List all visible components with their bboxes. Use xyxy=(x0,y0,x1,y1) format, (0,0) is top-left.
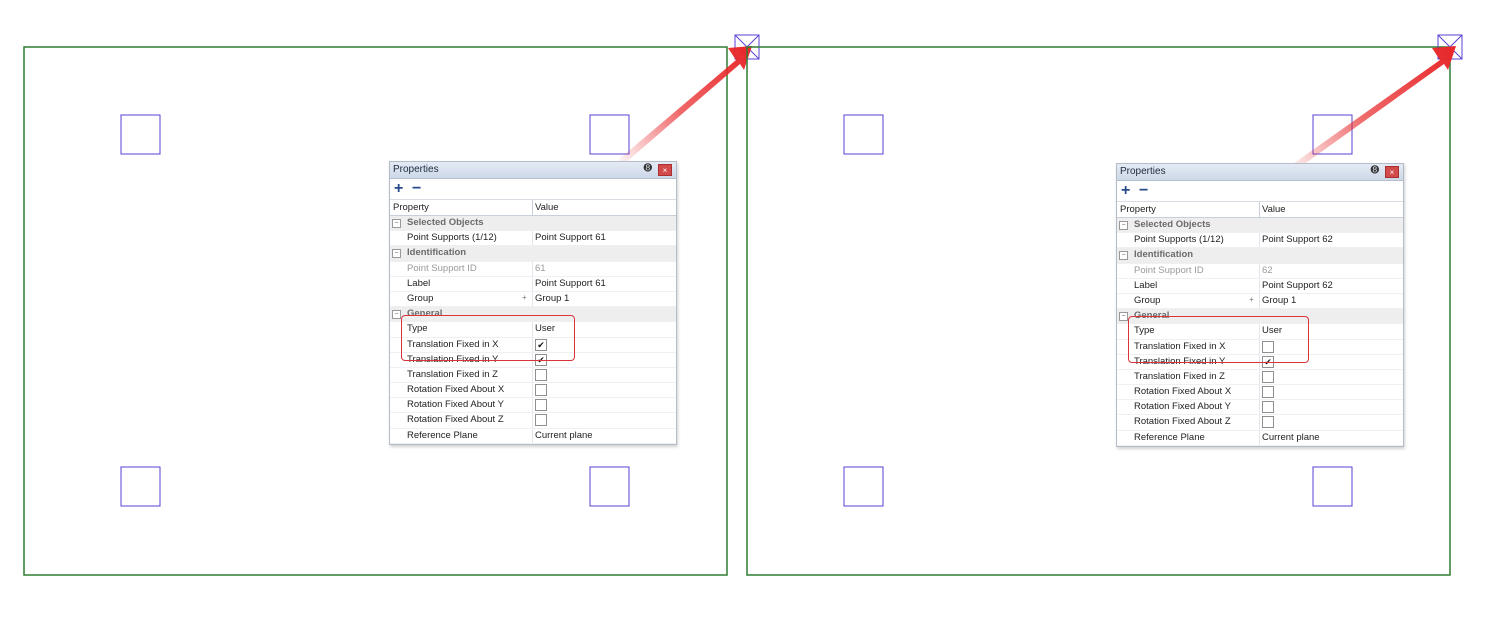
point-support-box[interactable] xyxy=(120,466,161,507)
row-point-supports[interactable]: Point Supports (1/12) Point Support 61 xyxy=(390,231,676,247)
properties-title: Properties xyxy=(393,164,439,175)
checkbox-translation-z[interactable] xyxy=(535,368,547,381)
row-translation-x[interactable]: Translation Fixed in X ✔ xyxy=(390,337,676,353)
row-type[interactable]: Type User xyxy=(390,322,676,338)
checkbox-translation-x[interactable]: ✔ xyxy=(535,338,547,351)
row-label[interactable]: Label Point Support 62 xyxy=(1117,278,1403,294)
properties-titlebar: Properties ➑ × xyxy=(390,162,676,179)
type-value[interactable]: User xyxy=(535,323,555,334)
category-general[interactable]: − General xyxy=(390,307,676,323)
category-selected-objects[interactable]: − Selected Objects xyxy=(1117,218,1403,234)
collapse-icon[interactable]: − xyxy=(1119,251,1128,261)
row-label[interactable]: Label Point Support 61 xyxy=(390,276,676,292)
expand-all-icon[interactable]: + xyxy=(1121,183,1130,199)
reference-plane-value[interactable]: Current plane xyxy=(1262,432,1320,443)
row-translation-z[interactable]: Translation Fixed in Z xyxy=(390,367,676,384)
row-translation-x[interactable]: Translation Fixed in X xyxy=(1117,339,1403,355)
grid-header: Property Value xyxy=(1117,201,1403,218)
category-selected-objects[interactable]: − Selected Objects xyxy=(390,216,676,232)
grid-header: Property Value xyxy=(390,199,676,216)
row-rotation-y[interactable]: Rotation Fixed About Y xyxy=(1117,400,1403,416)
column-header-value[interactable]: Value xyxy=(1262,204,1286,215)
collapse-all-icon[interactable]: − xyxy=(1139,183,1148,199)
row-translation-y[interactable]: Translation Fixed in Y ✔ xyxy=(1117,354,1403,370)
checkbox-rotation-z[interactable] xyxy=(1262,416,1274,429)
point-support-box[interactable] xyxy=(589,114,630,155)
row-point-supports[interactable]: Point Supports (1/12) Point Support 62 xyxy=(1117,233,1403,249)
row-rotation-z[interactable]: Rotation Fixed About Z xyxy=(390,413,676,429)
column-header-value[interactable]: Value xyxy=(535,202,559,213)
point-support-box[interactable] xyxy=(1312,466,1353,507)
close-button[interactable]: × xyxy=(1385,166,1399,178)
expand-group-icon[interactable]: + xyxy=(1249,295,1254,304)
collapse-icon[interactable]: − xyxy=(1119,312,1128,322)
pin-icon[interactable]: ➑ xyxy=(644,163,652,174)
properties-toolbar: + − xyxy=(390,179,676,199)
checkbox-translation-x[interactable] xyxy=(1262,340,1274,353)
checkbox-translation-y[interactable]: ✔ xyxy=(535,353,547,366)
properties-panel-right: Properties ➑ × + − Property Value − Selec… xyxy=(1116,163,1404,447)
point-support-box[interactable] xyxy=(843,466,884,507)
expand-group-icon[interactable]: + xyxy=(522,293,527,302)
row-group[interactable]: Group + Group 1 xyxy=(1117,293,1403,310)
column-header-property[interactable]: Property xyxy=(393,202,429,213)
properties-toolbar: + − xyxy=(1117,181,1403,201)
point-support-box[interactable] xyxy=(589,466,630,507)
row-type[interactable]: Type User xyxy=(1117,324,1403,340)
row-rotation-x[interactable]: Rotation Fixed About X xyxy=(1117,385,1403,401)
category-general[interactable]: − General xyxy=(1117,309,1403,325)
row-rotation-y[interactable]: Rotation Fixed About Y xyxy=(390,398,676,414)
group-value[interactable]: Group 1 xyxy=(535,293,569,304)
checkbox-translation-y[interactable]: ✔ xyxy=(1262,355,1274,368)
checkbox-rotation-z[interactable] xyxy=(535,414,547,427)
checkbox-translation-z[interactable] xyxy=(1262,370,1274,383)
row-group[interactable]: Group + Group 1 xyxy=(390,291,676,308)
row-point-support-id: Point Support ID 61 xyxy=(390,261,676,277)
properties-title: Properties xyxy=(1120,166,1166,177)
row-reference-plane[interactable]: Reference Plane Current plane xyxy=(1117,430,1403,446)
properties-titlebar: Properties ➑ × xyxy=(1117,164,1403,181)
label-value[interactable]: Point Support 62 xyxy=(1262,280,1333,291)
collapse-all-icon[interactable]: − xyxy=(412,181,421,197)
close-button[interactable]: × xyxy=(658,164,672,176)
callout-arrow xyxy=(1290,46,1456,170)
collapse-icon[interactable]: − xyxy=(392,219,401,228)
collapse-icon[interactable]: − xyxy=(392,310,401,320)
callout-arrow xyxy=(618,46,752,164)
checkbox-rotation-x[interactable] xyxy=(1262,386,1274,399)
point-support-box[interactable] xyxy=(843,114,884,155)
row-translation-z[interactable]: Translation Fixed in Z xyxy=(1117,369,1403,386)
point-support-box[interactable] xyxy=(120,114,161,155)
label-value[interactable]: Point Support 61 xyxy=(535,278,606,289)
collapse-icon[interactable]: − xyxy=(1119,221,1128,230)
row-point-support-id: Point Support ID 62 xyxy=(1117,263,1403,279)
checkbox-rotation-x[interactable] xyxy=(535,384,547,397)
row-rotation-z[interactable]: Rotation Fixed About Z xyxy=(1117,415,1403,431)
reference-plane-value[interactable]: Current plane xyxy=(535,430,593,441)
expand-all-icon[interactable]: + xyxy=(394,181,403,197)
row-reference-plane[interactable]: Reference Plane Current plane xyxy=(390,428,676,444)
checkbox-rotation-y[interactable] xyxy=(535,399,547,412)
checkbox-rotation-y[interactable] xyxy=(1262,401,1274,414)
column-header-property[interactable]: Property xyxy=(1120,204,1156,215)
row-rotation-x[interactable]: Rotation Fixed About X xyxy=(390,383,676,399)
type-value[interactable]: User xyxy=(1262,325,1282,336)
group-value[interactable]: Group 1 xyxy=(1262,295,1296,306)
category-identification[interactable]: − Identification xyxy=(1117,248,1403,264)
properties-panel-left: Properties ➑ × + − Property Value − Selec… xyxy=(389,161,677,445)
category-identification[interactable]: − Identification xyxy=(390,246,676,262)
row-translation-y[interactable]: Translation Fixed in Y ✔ xyxy=(390,352,676,368)
pin-icon[interactable]: ➑ xyxy=(1371,165,1379,176)
collapse-icon[interactable]: − xyxy=(392,249,401,259)
